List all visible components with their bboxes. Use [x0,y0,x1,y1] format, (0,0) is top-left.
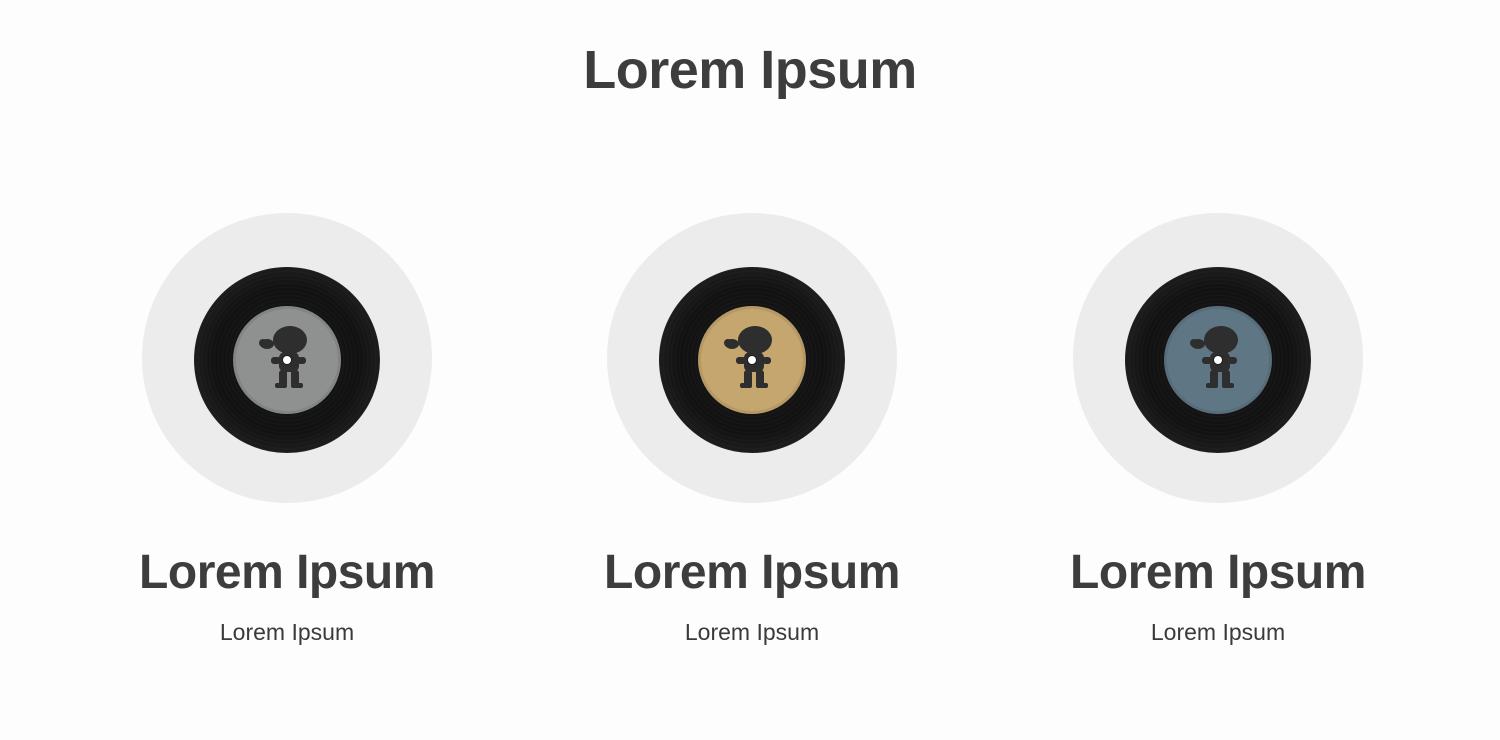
page-title: Lorem Ipsum [583,40,917,100]
card-title: Lorem Ipsum [139,546,435,599]
record-spindle-hole [283,356,291,364]
record-label [698,306,806,414]
card-title: Lorem Ipsum [1070,546,1366,599]
card-title: Lorem Ipsum [604,546,900,599]
card-subtitle: Lorem Ipsum [219,619,355,645]
record-card[interactable]: Lorem Ipsum Lorem Ipsum [592,213,912,653]
page: Lorem Ipsum Lorem Ipsum Lorem Ipsum Lore… [0,0,1500,740]
card-subtitle: Lorem Ipsum [684,619,820,645]
vinyl-record-icon[interactable] [659,267,845,453]
record-halo [1073,213,1363,503]
record-spindle-hole [1214,356,1222,364]
record-label [233,306,341,414]
vinyl-record-icon[interactable] [194,267,380,453]
record-card[interactable]: Lorem Ipsum Lorem Ipsum [1058,213,1378,653]
record-halo [142,213,432,503]
record-halo [607,213,897,503]
vinyl-record-icon[interactable] [1125,267,1311,453]
record-card[interactable]: Lorem Ipsum Lorem Ipsum [127,213,447,653]
record-label [1164,306,1272,414]
card-subtitle: Lorem Ipsum [1150,619,1286,645]
record-spindle-hole [748,356,756,364]
